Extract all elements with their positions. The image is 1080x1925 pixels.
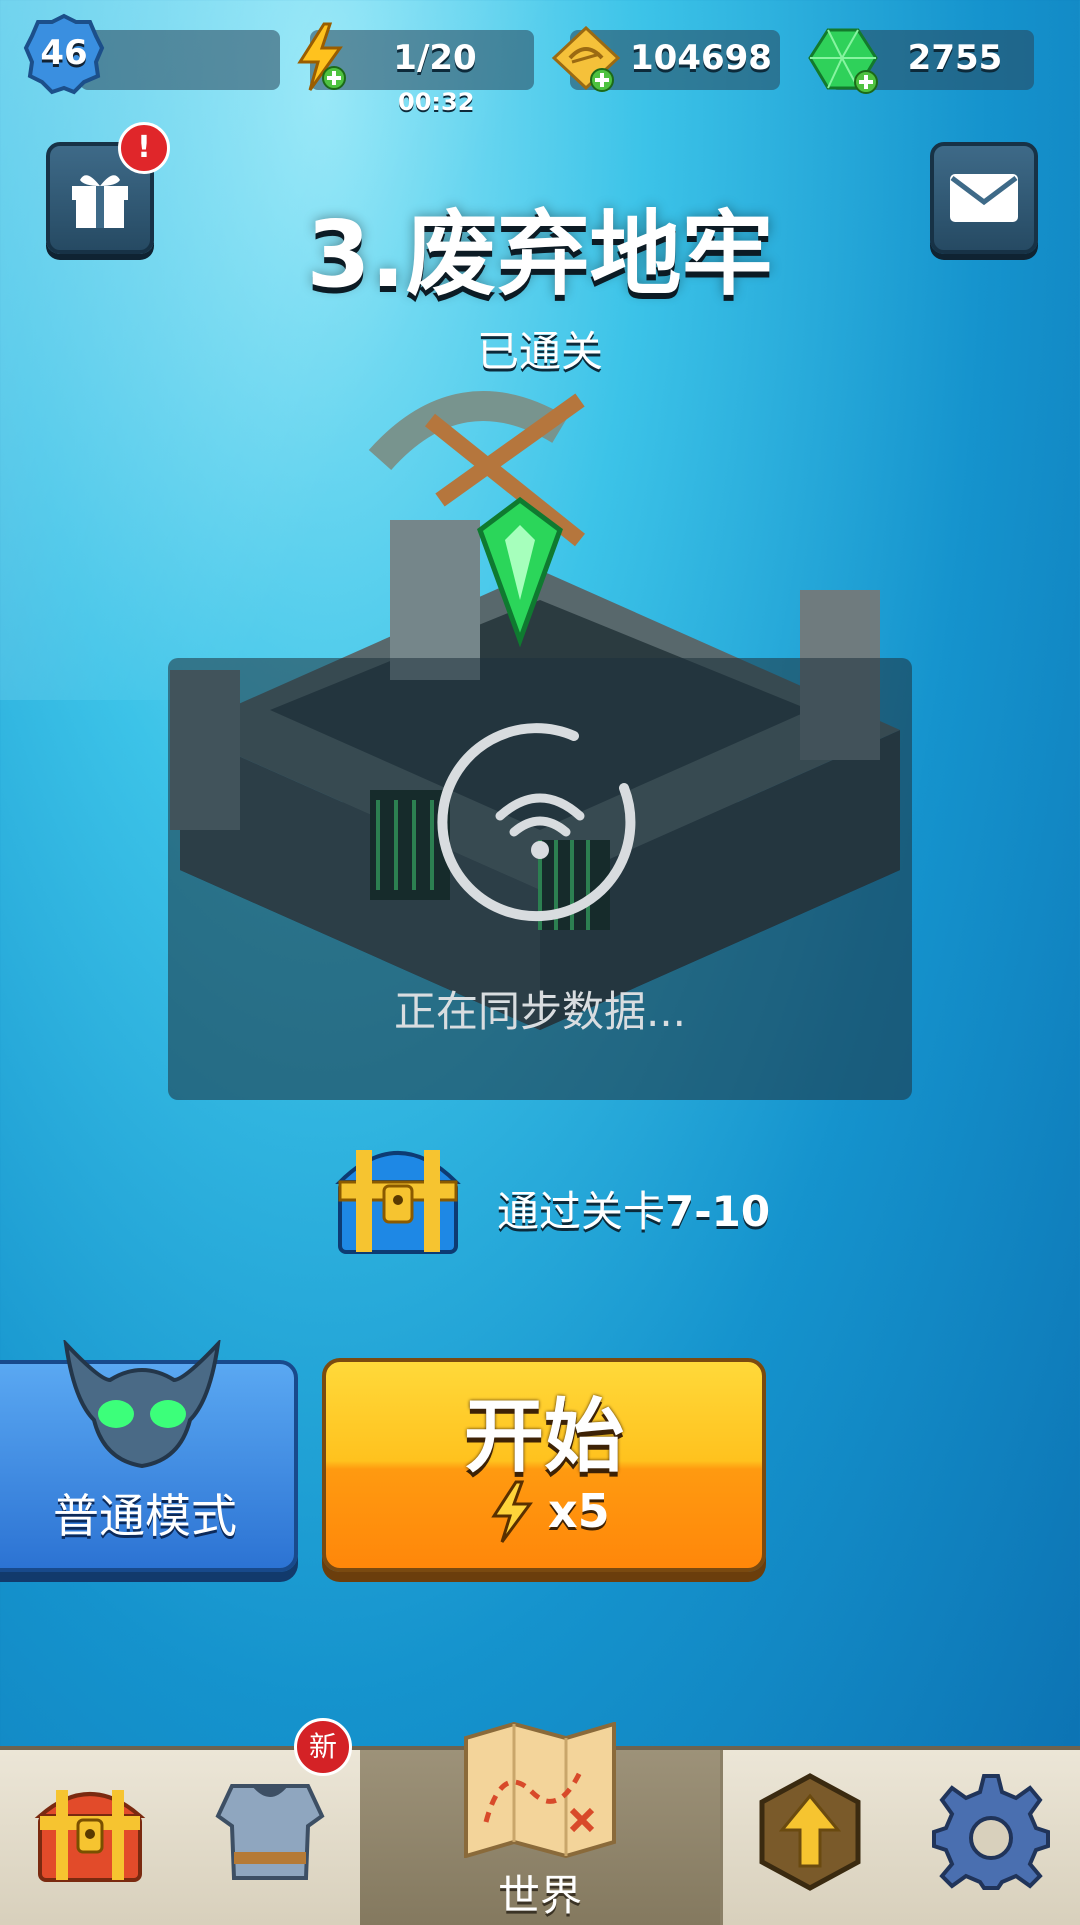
new-badge: 新 [294, 1718, 352, 1776]
gem-value: 2755 [907, 38, 1003, 78]
stage-status: 已通关 [476, 327, 603, 376]
demon-mask-icon [63, 1340, 221, 1469]
sync-status-text: 正在同步数据... [393, 987, 687, 1036]
gold-value: 104698 [630, 38, 772, 78]
stage-title: 3.废弃地牢 [306, 201, 774, 308]
treasure-chest-icon[interactable] [326, 1130, 470, 1264]
energy-timer: 00:32 [398, 88, 475, 116]
wifi-sync-icon [437, 723, 636, 922]
armor-icon [215, 1784, 325, 1880]
reward-prefix: 通过关卡 [497, 1187, 666, 1236]
reward-stage: 7-10 [665, 1187, 771, 1236]
player-level: 46 [40, 33, 88, 73]
map-icon [464, 1722, 616, 1858]
energy-icon [297, 22, 346, 91]
energy-value: 1/20 [393, 38, 477, 78]
energy-cost: x5 [548, 1484, 610, 1538]
energy-cost-icon [491, 1480, 533, 1543]
xp-bar[interactable] [80, 30, 280, 90]
upgrade-icon [759, 1773, 861, 1891]
nav-world-label: 世界 [497, 1871, 582, 1920]
gold-icon [551, 26, 621, 92]
reward-condition: 通过关卡7-10 [497, 1178, 770, 1239]
start-label: 开始 [464, 1390, 624, 1483]
chest-icon [34, 1790, 146, 1882]
gift-notification-badge: ! [118, 122, 170, 174]
mode-label: 普通模式 [53, 1489, 237, 1543]
gear-icon [932, 1774, 1050, 1890]
gem-icon [808, 28, 878, 94]
